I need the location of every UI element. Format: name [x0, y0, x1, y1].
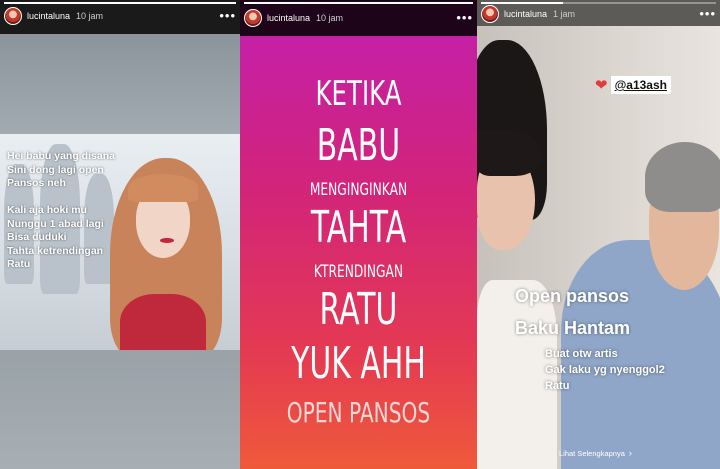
story-title-line: Baku Hantam [515, 318, 631, 338]
red-dress [120, 294, 206, 350]
woman-bangs [128, 174, 198, 202]
story-text-line: BABU [316, 120, 401, 171]
background-sky [0, 34, 240, 134]
caption-block-2: Kali aja hoki mu Nunggu 1 abad lagi Bisa… [7, 204, 117, 272]
story-header: lucintaluna 10 jam ••• [4, 6, 236, 26]
caption-line: Sini dong lagi open [7, 163, 104, 176]
see-more-label: Lihat Selengkapnya [559, 448, 625, 458]
story-text-line: KTRENDINGAN [313, 262, 404, 282]
story-header: lucintaluna 1 jam ••• [481, 4, 716, 24]
story-text-line: YUK AHH [291, 338, 426, 389]
story-header: lucintaluna 10 jam ••• [244, 8, 473, 28]
story-header-bar: lucintaluna 10 jam ••• [240, 0, 477, 36]
caption-line: Kali aja hoki mu [7, 204, 87, 216]
caption-line: Hei babu yang disana [7, 150, 115, 162]
story-text-line: KETIKA [315, 74, 402, 114]
caption-line: Tahta ketrendingan [7, 244, 104, 257]
username[interactable]: lucintaluna [27, 11, 70, 21]
mention-label[interactable]: @a13ash [610, 76, 671, 94]
story-progress-bar [4, 2, 236, 4]
story-panel-2[interactable]: lucintaluna 10 jam ••• KETIKA BABU MENGI… [240, 0, 477, 469]
story-text-line: OPEN PANSOS [286, 396, 431, 429]
see-more-link[interactable]: Lihat Selengkapnya › [559, 448, 632, 458]
story-progress-fill [244, 2, 473, 4]
more-dots-icon[interactable]: ••• [699, 7, 716, 20]
story-title-line: Open pansos [515, 286, 630, 306]
username[interactable]: lucintaluna [504, 9, 547, 19]
background-bottom [0, 350, 240, 469]
story-text-line: TAHTA [310, 202, 407, 253]
story-subtext: Buat otw artis Gak laku yg nyenggol2 Rat… [545, 346, 665, 394]
caption-line: Ratu [7, 258, 31, 270]
chevron-right-icon: › [628, 448, 632, 458]
timestamp: 10 jam [316, 13, 344, 23]
person-b-hair [645, 142, 720, 212]
story-progress-fill [4, 2, 236, 4]
subtext-line: Ratu [545, 380, 570, 392]
more-dots-icon[interactable]: ••• [456, 11, 473, 24]
person-a-bangs [477, 130, 541, 176]
story-text-line: RATU [319, 284, 398, 335]
caption-line: Nunggu 1 abad lagi [7, 217, 104, 230]
story-text-line: MENGINGINKAN [309, 180, 408, 200]
username[interactable]: lucintaluna [267, 13, 310, 23]
subtext-line: Buat otw artis [545, 348, 618, 360]
woman-lips [160, 238, 174, 243]
story-header-bar: lucintaluna 1 jam ••• [477, 0, 720, 26]
avatar[interactable] [4, 7, 22, 25]
story-header-bar: lucintaluna 10 jam ••• [0, 0, 240, 34]
heart-icon: ❤ [595, 76, 608, 94]
avatar[interactable] [244, 9, 262, 27]
caption-line: Pansos neh [7, 177, 66, 189]
timestamp: 1 jam [553, 9, 576, 19]
story-progress-bar [244, 2, 473, 4]
mention-sticker[interactable]: ❤ @a13ash [595, 76, 671, 94]
caption-line: Bisa duduki [7, 231, 67, 243]
timestamp: 10 jam [76, 11, 104, 21]
more-dots-icon[interactable]: ••• [219, 9, 236, 22]
story-panel-3[interactable]: lucintaluna 1 jam ••• ❤ @a13ash Open pan… [477, 0, 720, 469]
caption-block-1: Hei babu yang disana Sini dong lagi open… [7, 150, 127, 191]
subtext-line: Gak laku yg nyenggol2 [545, 364, 665, 376]
story-panel-1[interactable]: lucintaluna 10 jam ••• Hei babu yang dis… [0, 0, 240, 469]
avatar[interactable] [481, 5, 499, 23]
